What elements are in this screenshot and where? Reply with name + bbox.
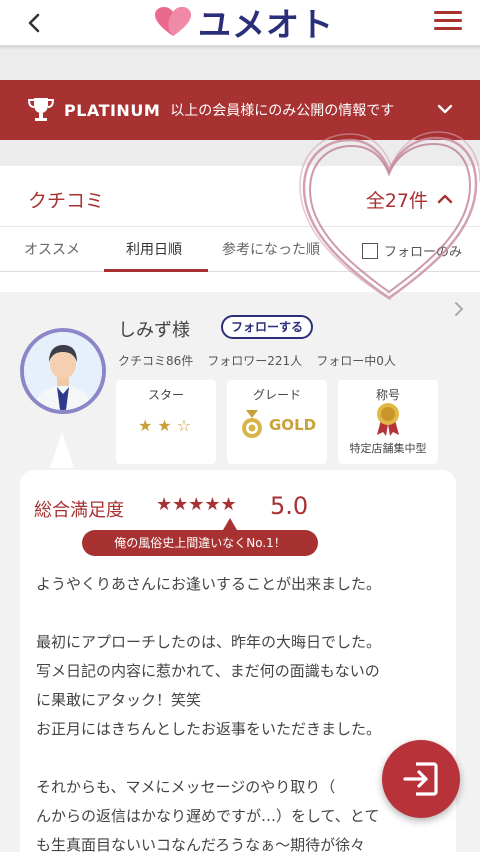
star-badge: スター ★★☆ (116, 380, 216, 464)
active-tab-underline (104, 269, 208, 272)
chevron-right-icon[interactable] (452, 302, 466, 316)
rank-value: 特定店舗集中型 (349, 442, 427, 455)
stat-following: フォロー中0人 (316, 354, 396, 368)
review-line: も生真面目ないいコなんだろうなぁ〜期待が徐々 (36, 836, 366, 852)
reviewer-name[interactable]: しみず様 (118, 316, 190, 342)
review-count[interactable]: 全27件 (366, 186, 428, 213)
rank-badge-title: 称号 (375, 388, 400, 402)
review-line: お正月にはきちんとしたお返事をいただきました。 (36, 720, 382, 738)
app-logo[interactable]: ユメオト (154, 4, 334, 44)
reviewer-stats: クチコミ86件 フォロワー221人 フォロー中0人 (118, 352, 396, 369)
overall-stars: ★★★★★ (156, 494, 237, 515)
heart-logo-icon (155, 7, 191, 36)
review-line: に果敢にアタック！笑笑 (36, 691, 202, 709)
back-chevron-icon[interactable] (22, 10, 48, 36)
logo-text: ユメオト (198, 5, 334, 44)
review-line: 写メ日記の内容に惹かれて、まだ何の面識もないの (36, 662, 380, 680)
grade-badge-title: グレード (252, 388, 301, 402)
follow-only-checkbox[interactable] (362, 242, 378, 259)
trophy-icon (27, 98, 55, 121)
follow-only-filter[interactable]: フォローのみ (362, 241, 462, 260)
app-header: ユメオト (0, 0, 480, 46)
follow-only-label: フォローのみ (384, 245, 463, 260)
gold-medal-icon (242, 410, 262, 438)
follow-button[interactable]: フォローする (221, 315, 313, 339)
review-line: んからの返信はかなり遅めですが…）をして、とて (36, 807, 380, 825)
grade-value: GOLD (269, 416, 317, 434)
review-text: ようやくりあさんにお逢いすることが出来ました。 最初にアプローチしたのは、昨年の… (36, 570, 446, 852)
review-bubble-tail (50, 432, 74, 468)
rosette-medal-icon (377, 403, 399, 436)
review-headline: 俺の風俗史上間違いなくNo.1！ (82, 530, 318, 556)
review-line: ようやくりあさんにお逢いすることが出来ました。 (36, 575, 382, 593)
stat-followers: フォロワー221人 (207, 354, 303, 368)
overall-satisfaction-label: 総合満足度 (34, 500, 124, 521)
review-section-header: クチコミ 全27件 オススメ 利用日順 参考になった順 フォローのみ (0, 166, 480, 292)
login-fab-button[interactable] (382, 740, 460, 818)
grade-badge: グレード GOLD (227, 380, 327, 464)
avatar[interactable] (20, 328, 106, 414)
banner-platinum-label: PLATINUM (64, 100, 161, 120)
chevron-up-icon[interactable] (436, 190, 454, 208)
headline-pointer (223, 518, 237, 530)
review-line-blank (36, 599, 446, 628)
section-title: クチコミ (28, 190, 105, 212)
star-badge-title: スター (147, 388, 184, 402)
star-rating: ★★☆ (138, 416, 197, 435)
tab-recommended[interactable]: オススメ (24, 227, 80, 273)
rank-badge: 称号 特定店舗集中型 (338, 380, 438, 464)
banner-description: 以上の会員様にのみ公開の情報です (170, 103, 395, 119)
platinum-banner[interactable]: PLATINUM 以上の会員様にのみ公開の情報です (0, 80, 480, 140)
login-icon (403, 762, 438, 796)
chevron-down-icon[interactable] (436, 100, 454, 118)
tab-helpful[interactable]: 参考になった順 (222, 227, 320, 273)
sort-tabs: オススメ 利用日順 参考になった順 フォローのみ (0, 226, 480, 272)
stat-reviews: クチコミ86件 (118, 354, 194, 368)
hamburger-menu-icon[interactable] (434, 11, 462, 33)
review-line: 最初にアプローチしたのは、昨年の大晦日でした。 (36, 633, 382, 651)
overall-score: 5.0 (270, 492, 309, 520)
tab-by-date[interactable]: 利用日順 (126, 227, 182, 273)
user-avatar-icon (24, 332, 102, 410)
